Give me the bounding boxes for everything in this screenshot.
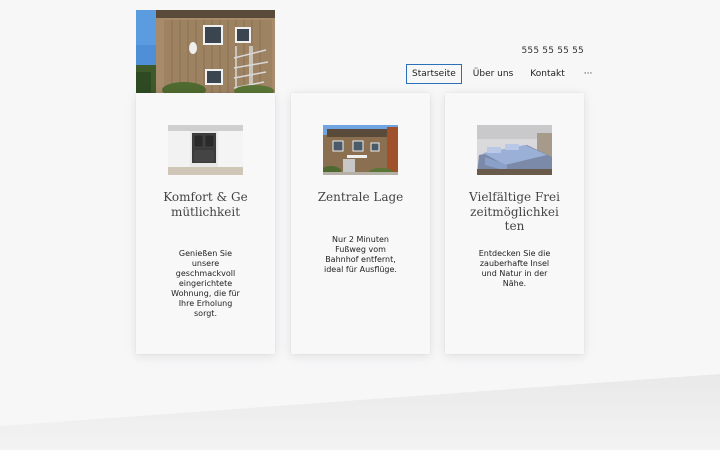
page: 555 55 55 55 Startseite Über uns Kontakt…	[0, 0, 720, 450]
feature-title: Vielfältige Freizeitmöglichkeiten	[469, 190, 560, 233]
phone-number: 555 55 55 55	[521, 46, 584, 56]
nav-item-ueber-uns[interactable]: Über uns	[467, 64, 520, 84]
feature-card-freizeit: Vielfältige Freizeitmöglichkeiten Entdec…	[445, 93, 584, 354]
kitchen-photo	[168, 125, 243, 175]
feature-title: Komfort & Gemütlichkeit	[163, 190, 248, 219]
nav-item-kontakt[interactable]: Kontakt	[524, 64, 570, 84]
house-exterior-photo	[323, 125, 398, 175]
nav-item-startseite[interactable]: Startseite	[406, 64, 462, 84]
bedroom-photo	[477, 125, 552, 175]
feature-cards: Komfort & Gemütlichkeit Genießen Sie uns…	[136, 93, 584, 354]
feature-text: Entdecken Sie die zauberhafte Insel und …	[478, 249, 551, 288]
feature-text: Genießen Sie unsere geschmackvoll einger…	[171, 249, 240, 318]
feature-card-lage: Zentrale Lage Nur 2 Minuten Fußweg vom B…	[291, 93, 430, 354]
feature-card-komfort: Komfort & Gemütlichkeit Genießen Sie uns…	[136, 93, 275, 354]
nav-more-menu[interactable]: ···	[577, 64, 600, 84]
main-navigation: Startseite Über uns Kontakt ···	[406, 64, 599, 84]
feature-title: Zentrale Lage	[317, 190, 404, 204]
feature-text: Nur 2 Minuten Fußweg vom Bahnhof entfern…	[324, 235, 397, 274]
house-logo-image[interactable]	[136, 10, 275, 93]
